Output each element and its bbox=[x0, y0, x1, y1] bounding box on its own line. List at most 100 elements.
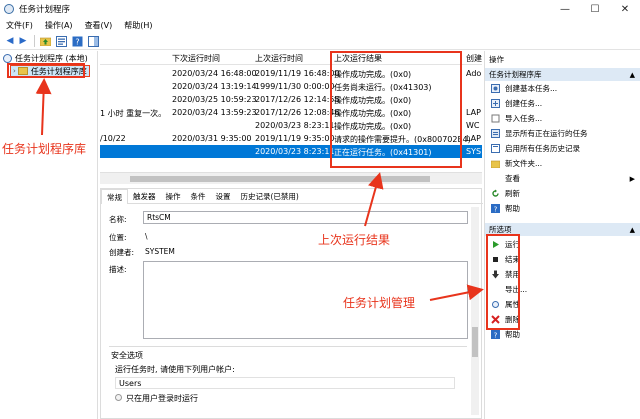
actions-header: 操作 bbox=[485, 53, 640, 66]
last-run-cell: 2017/12/26 12:08:46 bbox=[255, 108, 340, 117]
user-account-field: Users bbox=[115, 377, 455, 389]
library-section-header[interactable]: 任务计划程序库 ▲ bbox=[485, 68, 640, 81]
annotation-box-library bbox=[7, 63, 85, 78]
author-label: 创建者: bbox=[109, 248, 135, 257]
action-label: 显示所有正在运行的任务 bbox=[505, 129, 588, 138]
navigation-tree: 任务计划程序 (本地) › 任务计划程序库 bbox=[0, 51, 98, 419]
name-value: RtsCM bbox=[147, 213, 171, 222]
action-item-create-basic-task[interactable]: 创建基本任务... bbox=[485, 82, 640, 95]
toolbar-separator bbox=[34, 35, 35, 47]
enable-history-icon bbox=[491, 144, 500, 153]
tab-history[interactable]: 历史记录(已禁用) bbox=[236, 189, 304, 204]
detail-scroll-thumb[interactable] bbox=[472, 327, 478, 357]
last-run-cell: 2020/03/23 8:23:11 bbox=[255, 121, 335, 130]
help-icon[interactable]: ? bbox=[71, 35, 83, 47]
next-run-cell: 2020/03/25 10:59:23 bbox=[172, 95, 257, 104]
run-only-logged-on-radio[interactable] bbox=[115, 394, 122, 401]
location-label: 位置: bbox=[109, 233, 127, 242]
annotation-library-label: 任务计划程序库 bbox=[2, 142, 87, 156]
last-run-cell: 2017/12/26 12:14:55 bbox=[255, 95, 340, 104]
task-name-cell: 1 小时 重复一次。 bbox=[100, 109, 167, 118]
last-run-cell: 2020/03/23 8:23:11 bbox=[255, 147, 335, 156]
action-item-help[interactable]: ? 帮助 bbox=[485, 202, 640, 215]
creator-cell: LAP bbox=[466, 108, 481, 117]
action-item-create-task[interactable]: 创建任务... bbox=[485, 97, 640, 110]
tab-conditions[interactable]: 条件 bbox=[186, 189, 211, 204]
detail-tabs: 常规 触发器 操作 条件 设置 历史记录(已禁用) bbox=[101, 189, 483, 204]
column-header-last-run[interactable]: 上次运行时间 bbox=[255, 53, 303, 64]
show-running-icon bbox=[491, 129, 500, 138]
tab-actions[interactable]: 操作 bbox=[161, 189, 186, 204]
maximize-button[interactable]: ☐ bbox=[580, 0, 610, 18]
menu-file[interactable]: 文件(F) bbox=[6, 20, 33, 31]
run-only-logged-on-label: 只在用户登录时运行 bbox=[126, 394, 198, 403]
action-label: 查看 bbox=[505, 174, 520, 183]
tab-triggers[interactable]: 触发器 bbox=[128, 189, 161, 204]
back-arrow-icon[interactable]: ◀ bbox=[4, 35, 16, 47]
menu-view[interactable]: 查看(V) bbox=[85, 20, 113, 31]
action-label: 创建任务... bbox=[505, 99, 543, 108]
library-section-label: 任务计划程序库 bbox=[489, 70, 542, 79]
window-title: 任务计划程序 bbox=[19, 5, 71, 15]
action-label: 帮助 bbox=[505, 204, 520, 213]
action-item-import-task[interactable]: 导入任务... bbox=[485, 112, 640, 125]
task-scheduler-app-icon bbox=[4, 4, 14, 14]
collapse-caret-icon[interactable]: ▲ bbox=[630, 71, 635, 79]
detail-vertical-scrollbar[interactable] bbox=[471, 207, 479, 415]
description-field[interactable] bbox=[143, 261, 468, 339]
column-header-creator[interactable]: 创建 bbox=[466, 53, 482, 64]
import-task-icon bbox=[491, 114, 500, 123]
submenu-arrow-icon: ▶ bbox=[629, 174, 635, 183]
column-header-next-run[interactable]: 下次运行时间 bbox=[172, 53, 220, 64]
last-run-cell: 1999/11/30 0:00:00 bbox=[255, 82, 335, 91]
user-account-value: Users bbox=[119, 379, 142, 388]
collapse-caret-icon[interactable]: ▲ bbox=[630, 226, 635, 234]
action-item-show-running[interactable]: 显示所有正在运行的任务 bbox=[485, 127, 640, 140]
toolbar: ◀ ▶ ? bbox=[0, 33, 640, 50]
horizontal-scrollbar[interactable] bbox=[100, 172, 482, 184]
last-run-cell: 2019/11/19 9:35:00 bbox=[255, 134, 335, 143]
minimize-button[interactable]: — bbox=[550, 0, 580, 18]
action-item-enable-history[interactable]: 启用所有任务历史记录 bbox=[485, 142, 640, 155]
author-value: SYSTEM bbox=[145, 247, 175, 256]
close-button[interactable]: ✕ bbox=[610, 0, 640, 18]
last-run-cell: 2019/11/19 16:48:00 bbox=[255, 69, 340, 78]
action-item-view[interactable]: 查看 ▶ bbox=[485, 172, 640, 185]
annotation-box-management bbox=[486, 234, 520, 330]
action-item-refresh[interactable]: 刷新 bbox=[485, 187, 640, 200]
up-folder-icon[interactable] bbox=[39, 35, 51, 47]
annotation-management-label: 任务计划管理 bbox=[343, 296, 416, 310]
security-run-as-label: 运行任务时, 请使用下列用户帐户: bbox=[115, 365, 235, 374]
tab-general[interactable]: 常规 bbox=[101, 189, 128, 204]
creator-cell: Ado bbox=[466, 69, 482, 78]
action-label: 导入任务... bbox=[505, 114, 543, 123]
creator-cell: WC bbox=[466, 121, 480, 130]
action-label: 新文件夹... bbox=[505, 159, 543, 168]
location-value: \ bbox=[145, 232, 148, 241]
task-detail-panel: 常规 触发器 操作 条件 设置 历史记录(已禁用) 名称: RtsCM 位置: … bbox=[100, 188, 483, 419]
forward-arrow-icon[interactable]: ▶ bbox=[17, 35, 29, 47]
action-label: 刷新 bbox=[505, 189, 520, 198]
action-item-new-folder[interactable]: 新文件夹... bbox=[485, 157, 640, 170]
description-label: 描述: bbox=[109, 265, 127, 274]
name-field[interactable]: RtsCM bbox=[143, 211, 468, 224]
actions-header-label: 操作 bbox=[489, 55, 504, 64]
show-hide-pane-icon[interactable] bbox=[87, 35, 99, 47]
action-label: 帮助 bbox=[505, 330, 520, 339]
svg-text:?: ? bbox=[75, 37, 79, 46]
name-label: 名称: bbox=[109, 215, 127, 224]
svg-text:?: ? bbox=[494, 332, 498, 340]
action-label: 启用所有任务历史记录 bbox=[505, 144, 580, 153]
creator-cell: SYS bbox=[466, 147, 482, 156]
title-bar: 任务计划程序 — ☐ ✕ bbox=[0, 0, 640, 18]
new-folder-icon bbox=[491, 159, 500, 168]
security-options-section: 安全选项 运行任务时, 请使用下列用户帐户: Users 只在用户登录时运行 bbox=[109, 346, 467, 416]
properties-icon[interactable] bbox=[55, 35, 67, 47]
menu-action[interactable]: 操作(A) bbox=[45, 20, 73, 31]
create-basic-task-icon bbox=[491, 84, 500, 93]
refresh-icon bbox=[491, 189, 500, 198]
tab-settings[interactable]: 设置 bbox=[211, 189, 236, 204]
menu-help[interactable]: 帮助(H) bbox=[124, 20, 152, 31]
horizontal-scroll-thumb[interactable] bbox=[130, 176, 430, 182]
clock-icon bbox=[3, 54, 12, 63]
